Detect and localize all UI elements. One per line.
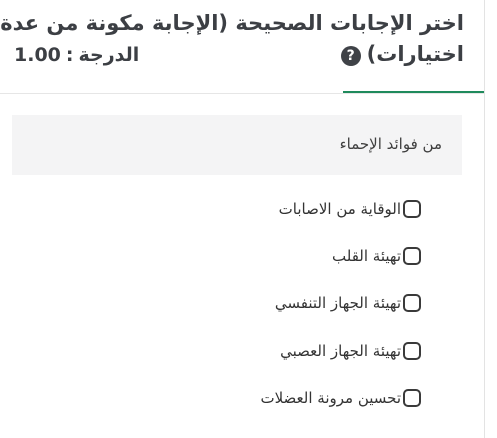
option-checkbox[interactable] xyxy=(403,294,421,312)
option-checkbox[interactable] xyxy=(403,342,421,360)
option-label: تحسين مرونة العضلات xyxy=(260,389,401,407)
option-4[interactable]: تهيئة الجهاز العصبي xyxy=(280,338,421,364)
option-5[interactable]: تحسين مرونة العضلات xyxy=(260,385,421,411)
option-1[interactable]: الوقاية من الاصابات xyxy=(279,196,421,222)
option-checkbox[interactable] xyxy=(403,247,421,265)
option-checkbox[interactable] xyxy=(403,389,421,407)
option-label: الوقاية من الاصابات xyxy=(278,200,401,218)
content-edge-border xyxy=(484,0,485,438)
answer-options: الوقاية من الاصابات تهيئة القلب تهيئة ال… xyxy=(0,0,484,438)
option-checkbox[interactable] xyxy=(403,200,421,218)
quiz-question-page: اختر الإجابات الصحيحة (الإجابة مكونة من … xyxy=(0,0,497,438)
option-label: تهيئة الجهاز العصبي xyxy=(280,342,401,360)
option-label: تهيئة القلب xyxy=(332,247,401,265)
option-2[interactable]: تهيئة القلب xyxy=(332,243,421,269)
option-3[interactable]: تهيئة الجهاز التنفسي xyxy=(275,290,421,316)
option-label: تهيئة الجهاز التنفسي xyxy=(274,294,401,312)
